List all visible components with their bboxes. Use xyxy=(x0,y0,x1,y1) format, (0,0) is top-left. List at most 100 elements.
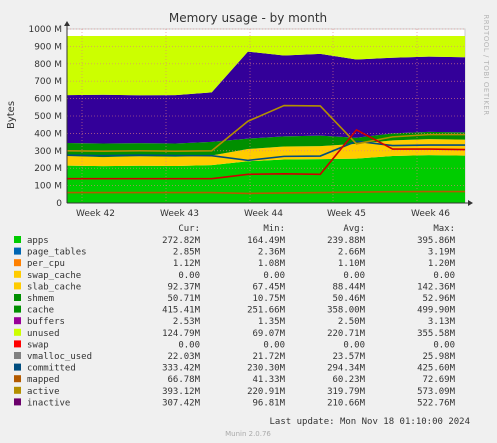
legend-value-min: 0.00 xyxy=(263,271,285,281)
legend-value-min: 251.66M xyxy=(247,306,286,316)
legend-value-avg: 0.00 xyxy=(343,271,365,281)
legend-value-cur: 415.41M xyxy=(162,306,201,316)
legend-value-cur: 307.42M xyxy=(162,398,201,408)
legend-value-max: 3.13M xyxy=(428,317,456,327)
legend-value-max: 0.00 xyxy=(433,340,455,350)
legend-value-max: 3.19M xyxy=(428,248,456,258)
legend-value-max: 522.76M xyxy=(417,398,456,408)
legend: Cur: Min: Avg: Max: apps 272.82M 164.49M 239.88… xyxy=(14,224,456,408)
legend-value-avg: 60.23M xyxy=(332,375,365,385)
legend-label-unused: unused xyxy=(27,329,60,339)
y-tick-label: 900 M xyxy=(34,42,62,52)
legend-value-cur: 333.42M xyxy=(162,364,201,374)
legend-header: Avg: xyxy=(343,224,365,234)
legend-value-max: 425.60M xyxy=(417,364,456,374)
legend-swatch-vmalloc_used xyxy=(14,352,21,359)
legend-swatch-swap xyxy=(14,340,21,348)
x-tick-label: Week 45 xyxy=(327,209,366,219)
legend-label-active: active xyxy=(27,387,60,397)
legend-label-apps: apps xyxy=(27,236,49,246)
legend-swatch-apps xyxy=(14,236,21,243)
legend-value-max: 1.20M xyxy=(428,259,456,269)
legend-label-shmem: shmem xyxy=(27,294,54,304)
legend-swatch-cache xyxy=(14,305,21,313)
legend-value-min: 1.35M xyxy=(258,317,286,327)
legend-value-max: 25.98M xyxy=(422,352,455,362)
legend-value-min: 41.33M xyxy=(252,375,285,385)
x-tick-label: Week 42 xyxy=(76,209,115,219)
rrdtool-credit: RRDTOOL / TOBI OETIKER xyxy=(482,14,490,115)
legend-value-min: 2.36M xyxy=(258,248,286,258)
legend-value-min: 164.49M xyxy=(247,236,286,246)
legend-label-vmalloc_used: vmalloc_used xyxy=(27,352,92,362)
munin-version: Munin 2.0.76 xyxy=(225,430,271,438)
legend-value-avg: 358.00M xyxy=(327,306,366,316)
legend-value-cur: 22.03M xyxy=(167,352,200,362)
legend-swatch-shmem xyxy=(14,294,21,301)
legend-value-avg: 2.66M xyxy=(338,248,366,258)
legend-value-cur: 124.79M xyxy=(162,329,201,339)
y-tick-label: 400 M xyxy=(34,129,62,139)
legend-value-avg: 1.10M xyxy=(338,259,366,269)
y-tick-label: 200 M xyxy=(34,164,62,174)
legend-value-avg: 2.50M xyxy=(338,317,366,327)
legend-value-max: 355.58M xyxy=(417,329,456,339)
legend-swatch-buffers xyxy=(14,317,21,325)
legend-value-max: 499.90M xyxy=(417,306,456,316)
legend-value-cur: 0.00 xyxy=(178,271,200,281)
legend-label-inactive: inactive xyxy=(27,398,70,408)
legend-value-cur: 50.71M xyxy=(167,294,200,304)
legend-label-swap_cache: swap_cache xyxy=(27,271,81,281)
x-ticks: Week 42 Week 43 Week 44 Week 45 Week 46 xyxy=(76,209,450,219)
legend-label-page_tables: page_tables xyxy=(27,248,87,258)
legend-value-cur: 2.53M xyxy=(173,317,201,327)
legend-value-avg: 220.71M xyxy=(327,329,366,339)
legend-value-cur: 66.78M xyxy=(167,375,200,385)
y-axis-label: Bytes xyxy=(6,101,17,129)
legend-value-min: 220.91M xyxy=(247,387,286,397)
legend-value-cur: 0.00 xyxy=(178,340,200,350)
legend-value-min: 230.30M xyxy=(247,364,286,374)
legend-label-cache: cache xyxy=(27,306,54,316)
legend-swatch-per_cpu xyxy=(14,259,21,267)
legend-swatch-mapped xyxy=(14,375,21,383)
legend-value-max: 573.09M xyxy=(417,387,456,397)
legend-value-min: 21.72M xyxy=(252,352,285,362)
legend-value-min: 10.75M xyxy=(252,294,285,304)
legend-label-per_cpu: per_cpu xyxy=(27,259,65,269)
legend-label-mapped: mapped xyxy=(27,375,60,385)
legend-value-max: 52.96M xyxy=(422,294,455,304)
legend-value-cur: 92.37M xyxy=(167,282,200,292)
legend-label-swap: swap xyxy=(27,340,49,350)
legend-value-avg: 210.66M xyxy=(327,398,366,408)
legend-value-cur: 2.85M xyxy=(173,248,201,258)
x-tick-label: Week 44 xyxy=(244,209,283,219)
y-tick-label: 1000 M xyxy=(28,25,62,35)
legend-value-min: 67.45M xyxy=(252,282,285,292)
legend-header: Max: xyxy=(433,224,455,234)
legend-label-buffers: buffers xyxy=(27,317,65,327)
legend-value-cur: 1.12M xyxy=(173,259,201,269)
y-tick-label: 100 M xyxy=(34,182,62,192)
legend-value-cur: 272.82M xyxy=(162,236,201,246)
x-tick-label: Week 43 xyxy=(160,209,199,219)
y-tick-label: 800 M xyxy=(34,60,62,70)
legend-swatch-committed xyxy=(14,363,21,371)
memory-chart: Memory usage - by month Bytes RRDTOOL / … xyxy=(6,11,490,438)
legend-value-avg: 0.00 xyxy=(343,340,365,350)
y-tick-label: 300 M xyxy=(34,147,62,157)
legend-swatch-swap_cache xyxy=(14,270,21,278)
legend-value-avg: 319.79M xyxy=(327,387,366,397)
legend-value-min: 1.08M xyxy=(258,259,286,269)
y-axis-arrow xyxy=(64,21,70,26)
legend-value-avg: 239.88M xyxy=(327,236,366,246)
legend-value-min: 69.07M xyxy=(252,329,285,339)
legend-swatch-slab_cache xyxy=(14,282,21,290)
legend-swatch-page_tables xyxy=(14,247,21,255)
legend-value-min: 96.81M xyxy=(252,398,285,408)
y-tick-label: 700 M xyxy=(34,77,62,87)
legend-value-avg: 50.46M xyxy=(332,294,365,304)
legend-value-avg: 294.34M xyxy=(327,364,366,374)
chart-title: Memory usage - by month xyxy=(169,11,327,25)
last-update: Last update: Mon Nov 18 01:10:00 2024 xyxy=(270,417,470,427)
